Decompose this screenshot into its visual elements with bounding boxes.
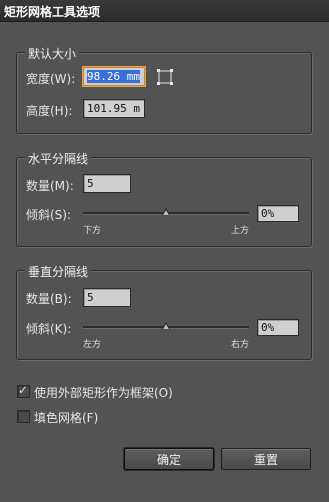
horizontal-number-input[interactable]: 5: [83, 174, 131, 193]
vertical-skew-right-label: 右方: [231, 340, 250, 350]
checkmark-icon: ✓: [18, 383, 29, 397]
horizontal-skew-left-label: 下方: [83, 226, 102, 236]
default-size-group: 默认大小: [16, 45, 312, 134]
height-input[interactable]: 101.95 m: [83, 99, 145, 118]
vertical-dividers-legend: 垂直分隔线: [25, 263, 92, 280]
horizontal-dividers-group: 水平分隔线: [16, 150, 312, 247]
fill-grid-label[interactable]: 填色网格(F): [34, 409, 98, 426]
default-size-legend: 默认大小: [25, 45, 80, 62]
vertical-number-input[interactable]: 5: [83, 288, 131, 307]
width-input[interactable]: 98.26 mm: [83, 67, 145, 86]
use-outer-rect-label[interactable]: 使用外部矩形作为框架(O): [34, 384, 173, 401]
horizontal-skew-label: 倾斜(S):: [26, 208, 72, 222]
vertical-number-label: 数量(B):: [26, 292, 72, 306]
vertical-skew-left-label: 左方: [83, 340, 102, 350]
vertical-dividers-group: 垂直分隔线: [16, 263, 312, 360]
dialog-title: 矩形网格工具选项: [4, 5, 101, 19]
vertical-skew-slider-thumb[interactable]: [162, 322, 170, 329]
rectangular-grid-tool-options-dialog: 矩形网格工具选项 默认大小 宽度(W): 98.26 mm 高度(H): 101…: [0, 0, 329, 502]
vertical-skew-label: 倾斜(K):: [26, 322, 72, 336]
title-bar[interactable]: 矩形网格工具选项: [0, 0, 329, 22]
horizontal-number-label: 数量(M):: [26, 179, 74, 193]
horizontal-dividers-legend: 水平分隔线: [25, 150, 92, 167]
width-value: 98.26 mm: [87, 70, 140, 83]
use-outer-rect-checkbox[interactable]: ✓: [17, 383, 30, 398]
horizontal-skew-input[interactable]: 0%: [257, 205, 299, 222]
reset-button[interactable]: 重置: [221, 448, 311, 470]
horizontal-skew-right-label: 上方: [231, 226, 250, 236]
height-label: 高度(H):: [26, 104, 73, 118]
ok-button[interactable]: 确定: [124, 448, 214, 470]
grid-reference-point-icon[interactable]: [156, 68, 174, 86]
horizontal-skew-slider-thumb[interactable]: [162, 208, 170, 215]
width-label: 宽度(W):: [26, 72, 76, 86]
vertical-skew-input[interactable]: 0%: [257, 319, 299, 336]
fill-grid-checkbox[interactable]: ✓: [17, 410, 30, 423]
